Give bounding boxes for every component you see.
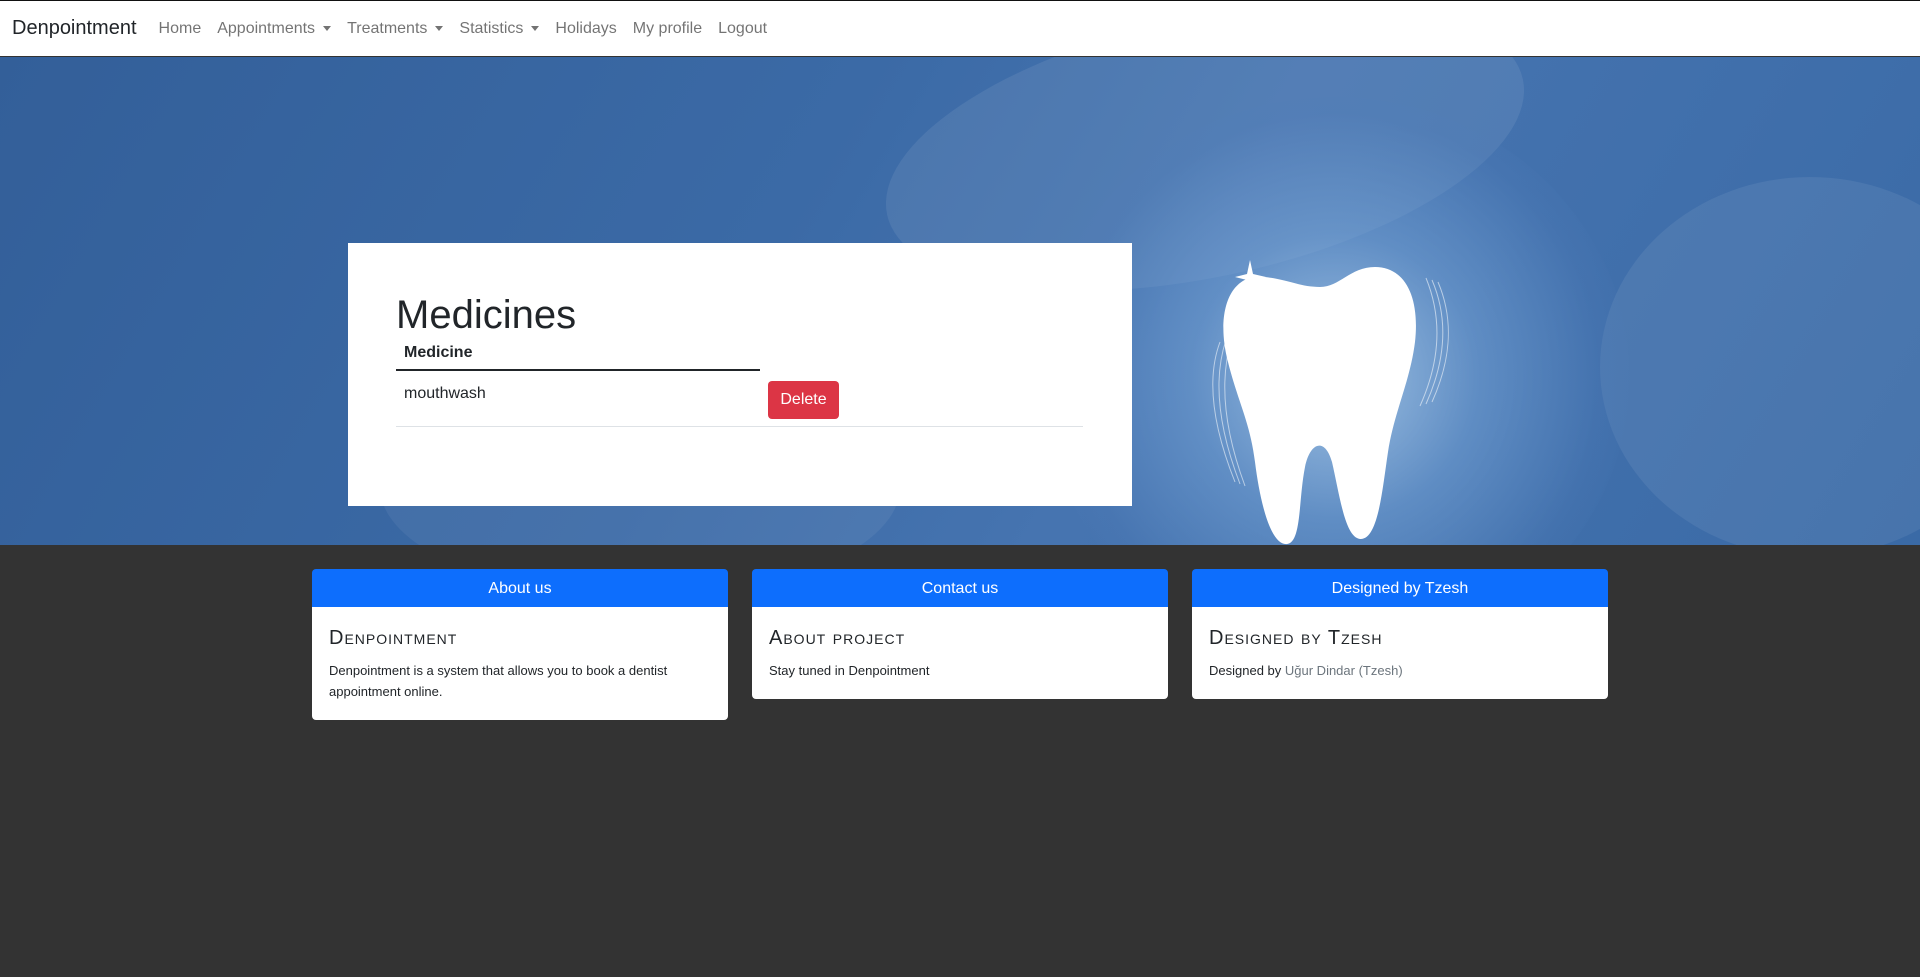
nav-home-label: Home — [158, 19, 202, 37]
page-title: Medicines — [396, 293, 577, 337]
nav-holidays-label: Holidays — [555, 19, 617, 37]
caret-down-icon — [323, 26, 332, 31]
designer-link[interactable]: Uğur Dindar (Tzesh) — [1285, 663, 1403, 678]
table-header-medicine: Medicine — [396, 339, 760, 371]
about-us-card: About us Denpointment Denpointment is a … — [312, 569, 728, 720]
nav-logout-label: Logout — [718, 19, 768, 37]
hero-background-shape — [1600, 177, 1920, 545]
nav-logout[interactable]: Logout — [718, 20, 767, 38]
about-us-card-title: Denpointment — [329, 627, 458, 649]
designed-by-card-text: Designed by Uğur Dindar (Tzesh) — [1209, 660, 1592, 681]
medicines-card: Medicines Medicine mouthwash Delete — [348, 243, 1132, 506]
designed-by-prefix: Designed by — [1209, 663, 1285, 678]
top-navbar: Denpointment Home Appointments Treatment… — [0, 0, 1920, 56]
contact-us-card-header: Contact us — [752, 569, 1168, 607]
about-us-card-text: Denpointment is a system that allows you… — [329, 663, 668, 699]
nav-treatments-dropdown[interactable]: Treatments — [347, 19, 444, 38]
table-row: mouthwash Delete — [396, 371, 1083, 427]
tooth-icon — [1212, 260, 1449, 545]
contact-us-card-text: Stay tuned in Denpointment — [769, 663, 930, 678]
about-us-card-header: About us — [312, 569, 728, 607]
contact-us-card: Contact us About project Stay tuned in D… — [752, 569, 1168, 699]
nav-my-profile[interactable]: My profile — [633, 20, 702, 38]
nav-appointments-dropdown[interactable]: Appointments — [217, 19, 332, 38]
contact-us-card-title: About project — [769, 627, 906, 649]
contact-us-card-body: About project Stay tuned in Denpointment — [752, 607, 1168, 699]
about-us-card-body: Denpointment Denpointment is a system th… — [312, 607, 728, 720]
nav-my-profile-label: My profile — [632, 19, 703, 37]
nav-holidays[interactable]: Holidays — [555, 20, 616, 38]
caret-down-icon — [531, 26, 540, 31]
medicine-cell: mouthwash — [404, 385, 486, 402]
delete-button[interactable]: Delete — [768, 381, 839, 419]
nav-treatments-label: Treatments — [347, 19, 428, 37]
hero-banner: Medicines Medicine mouthwash Delete — [0, 57, 1920, 545]
designed-by-card-title: Designed by Tzesh — [1209, 627, 1383, 649]
designed-by-card-header: Designed by Tzesh — [1192, 569, 1608, 607]
designed-by-card-body: Designed by Tzesh Designed by Uğur Dinda… — [1192, 607, 1608, 699]
designed-by-card: Designed by Tzesh Designed by Tzesh Desi… — [1192, 569, 1608, 699]
nav-statistics-dropdown[interactable]: Statistics — [459, 19, 540, 38]
navbar-brand[interactable]: Denpointment — [12, 17, 137, 40]
nav-statistics-label: Statistics — [459, 19, 524, 37]
caret-down-icon — [435, 26, 444, 31]
nav-appointments-label: Appointments — [217, 19, 316, 37]
nav-home[interactable]: Home — [159, 20, 202, 38]
